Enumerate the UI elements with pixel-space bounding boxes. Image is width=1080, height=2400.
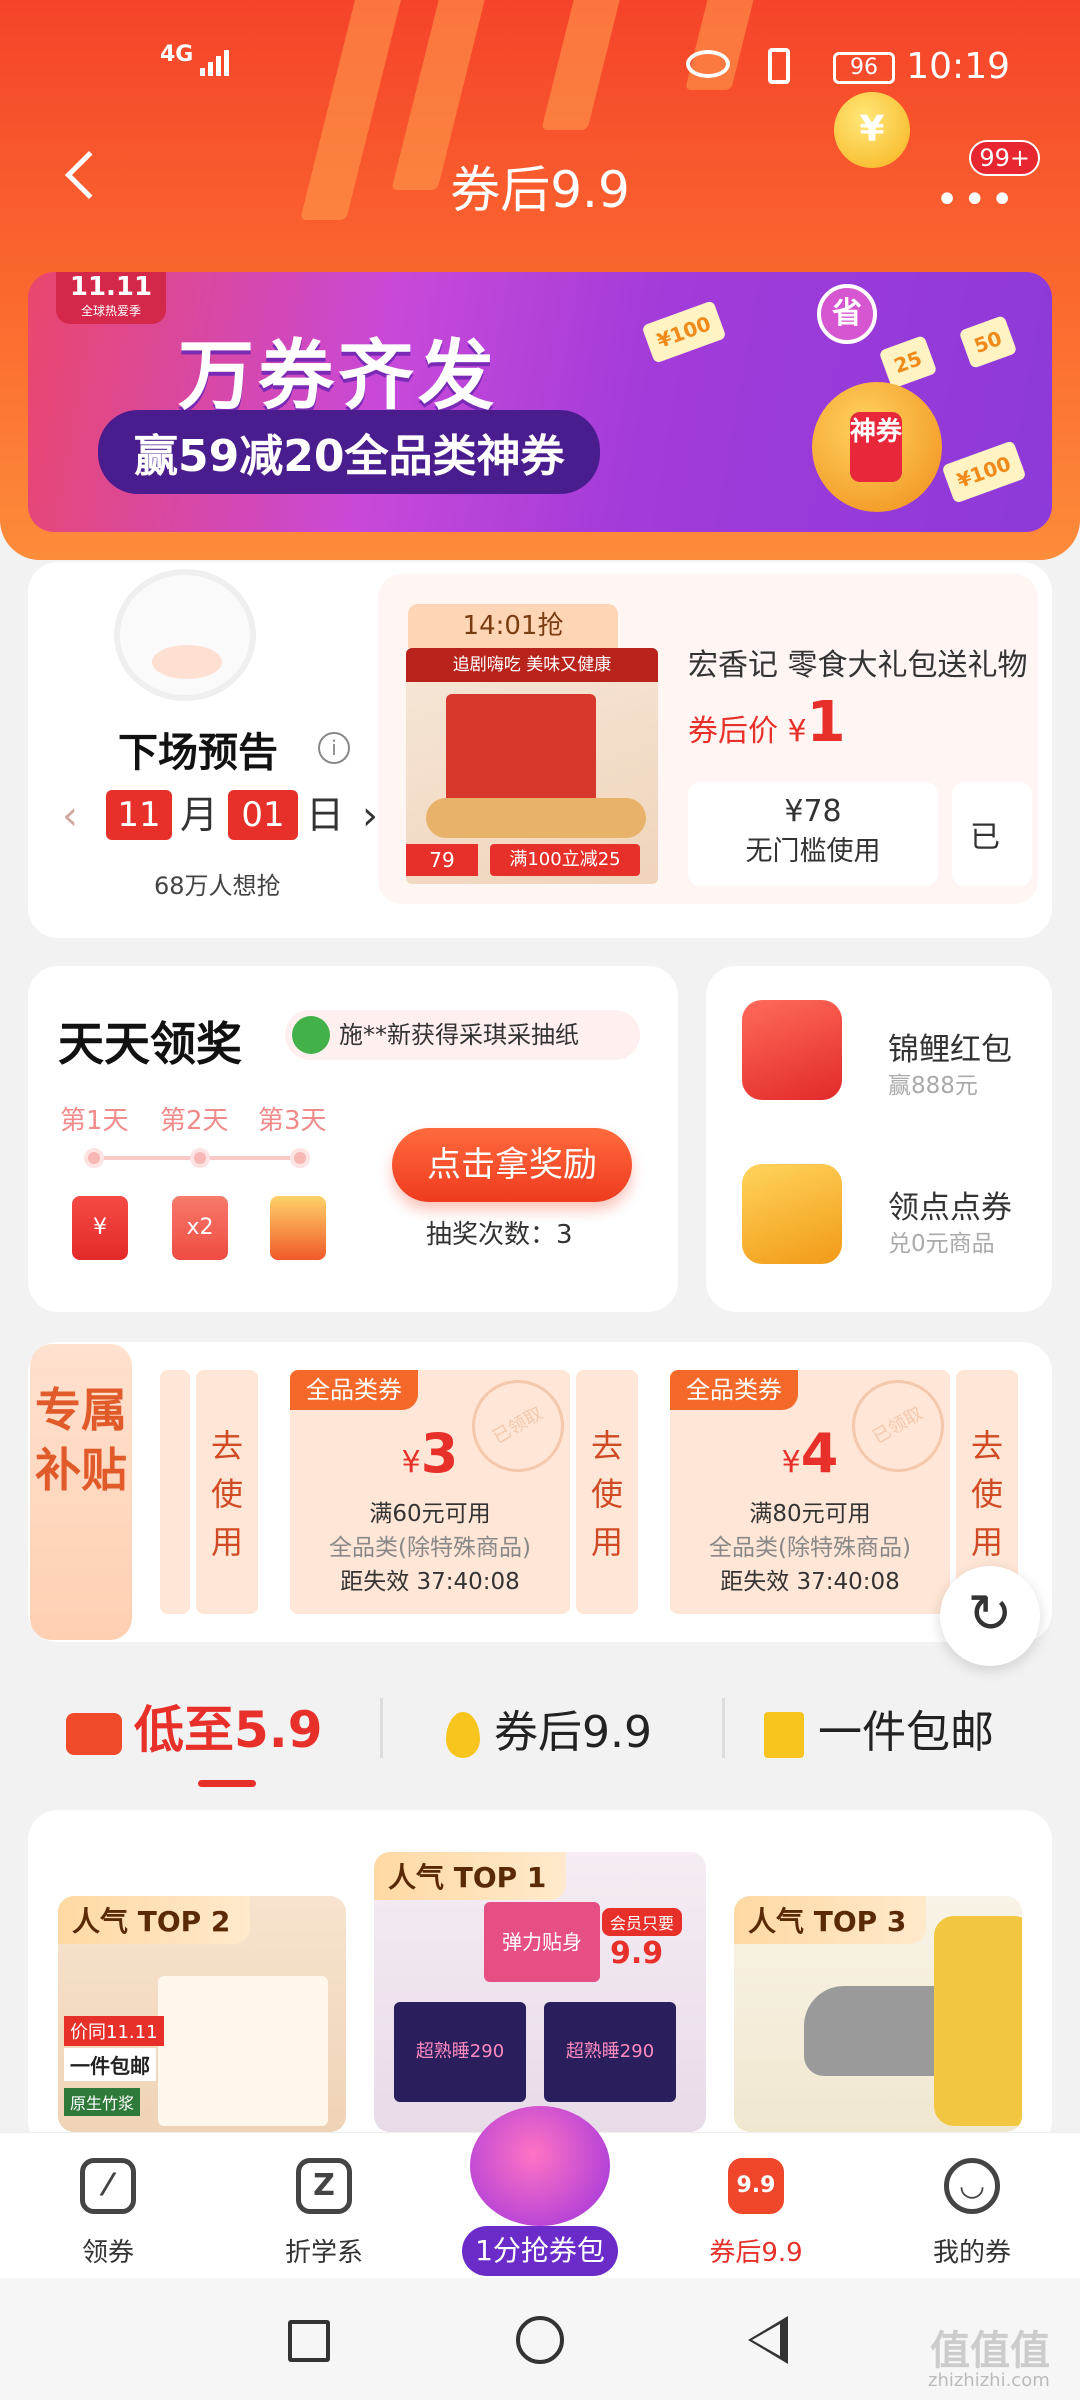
- coupon-card[interactable]: 全品类券 ¥3 满60元可用 全品类(除特殊商品) 距失效 37:40:08 已…: [290, 1370, 570, 1614]
- coupon-ticket-icon[interactable]: [742, 1164, 842, 1264]
- back-nav-inner: [752, 2324, 780, 2356]
- truck-icon: [66, 1712, 122, 1755]
- home-button[interactable]: [516, 2316, 564, 2364]
- month-unit: 月: [180, 793, 219, 837]
- side-item-sub: 兑0元商品: [888, 1231, 995, 1257]
- want-count: 68万人想抢: [154, 872, 281, 900]
- page-title: 券后9.9: [450, 161, 630, 219]
- image-promo: 满100立减25: [490, 844, 640, 876]
- progress-dot: [290, 1148, 310, 1168]
- ticket-decoration: ¥100: [641, 300, 727, 364]
- day-label: 第1天: [60, 1106, 129, 1136]
- recents-button[interactable]: [288, 2320, 330, 2362]
- ticket-decoration: 25: [878, 335, 938, 389]
- product-image[interactable]: 追剧嗨吃 美味又健康 满100立减25 79: [406, 648, 658, 884]
- more-menu-button[interactable]: •••: [935, 180, 1018, 220]
- nav-after-coupon[interactable]: 9.9 券后9.9: [686, 2146, 826, 2269]
- flame-icon: [446, 1712, 480, 1758]
- image-tagline: 追剧嗨吃 美味又健康: [406, 648, 658, 682]
- side-item-sub: 赢888元: [888, 1073, 978, 1099]
- coupon-nav-icon: ⁄: [80, 2158, 136, 2214]
- next-date-arrow-icon[interactable]: ›: [362, 793, 378, 839]
- nav-my-coupons[interactable]: ◡ 我的券: [902, 2146, 1042, 2269]
- capsule-label: 神券: [850, 412, 902, 482]
- gift-box-icon: [270, 1196, 326, 1260]
- coupon-partial: [160, 1370, 190, 1614]
- nav-coupon-pack[interactable]: 1分抢券包: [462, 2226, 618, 2276]
- info-icon[interactable]: i: [318, 732, 350, 764]
- double-reward-icon: x2: [172, 1196, 228, 1260]
- day-unit: 日: [306, 793, 345, 837]
- tab-free-shipping[interactable]: 一件包邮: [764, 1696, 994, 1760]
- exclusive-tab-label: 专属补贴: [30, 1344, 132, 1640]
- daily-reward-title: 天天领奖: [58, 1017, 242, 1071]
- red-packet-icon: ¥: [72, 1196, 128, 1260]
- progress-dot: [190, 1148, 210, 1168]
- z-nav-icon: Z: [296, 2158, 352, 2214]
- product-tile[interactable]: 人气 TOP 2 价同11.11 一件包邮 原生竹浆: [58, 1896, 346, 2132]
- watermark-logo: 值值值: [930, 2328, 1050, 2374]
- banner-subline: 赢59减20全品类神券: [98, 410, 601, 494]
- image-price: 79: [406, 844, 478, 876]
- prev-date-arrow-icon[interactable]: ‹: [62, 793, 78, 839]
- battery-indicator: 96: [833, 52, 895, 84]
- month-box: 11: [106, 790, 172, 840]
- nav-get-coupons[interactable]: ⁄ 领券: [38, 2146, 178, 2269]
- coupon-pack-icon[interactable]: [470, 2106, 610, 2226]
- side-item-title[interactable]: 领点点券: [888, 1182, 1012, 1227]
- progress-dot: [84, 1148, 104, 1168]
- ticket-decoration: ¥100: [941, 440, 1027, 504]
- day-label: 第3天: [258, 1106, 327, 1136]
- grab-time-tag: 14:01抢: [408, 604, 618, 648]
- eye-icon: [686, 50, 730, 78]
- side-item-title[interactable]: 锦鲤红包: [888, 1024, 1012, 1069]
- network-status: 4G: [160, 44, 229, 76]
- claw-icon: 省: [817, 284, 877, 344]
- nav-discount-school[interactable]: Z 折学系: [254, 2146, 394, 2269]
- watermark-url: zhizhizhi.com: [928, 2370, 1050, 2391]
- claim-reward-button[interactable]: 点击拿奖励: [392, 1128, 632, 1202]
- day-box: 01: [228, 790, 298, 840]
- winner-ticker: 施**新获得采琪采抽纸: [285, 1010, 640, 1060]
- avatar: [292, 1016, 330, 1054]
- status-time: 10:19: [906, 46, 1010, 87]
- nine-nine-nav-icon: 9.9: [728, 2158, 784, 2214]
- use-coupon-button[interactable]: 去使用: [196, 1370, 258, 1614]
- tab-after-coupon[interactable]: 券后9.9: [446, 1696, 652, 1760]
- draw-count: 抽奖次数：3: [426, 1220, 573, 1250]
- refresh-icon[interactable]: ↻: [940, 1566, 1040, 1666]
- use-coupon-button[interactable]: 去使用: [576, 1370, 638, 1614]
- smile-nav-icon: ◡: [944, 2158, 1000, 2214]
- koi-redpacket-icon[interactable]: [742, 1000, 842, 1100]
- product-coupon-partial[interactable]: 已: [952, 782, 1032, 886]
- notification-badge: 99+: [969, 140, 1040, 176]
- tab-divider: [380, 1698, 383, 1758]
- product-tile[interactable]: 人气 TOP 3: [734, 1896, 1022, 2132]
- coupon-card[interactable]: 全品类券 ¥4 满80元可用 全品类(除特殊商品) 距失效 37:40:08 已…: [670, 1370, 950, 1614]
- bookmark-icon: [764, 1712, 804, 1758]
- banner-headline: 万券齐发: [178, 331, 498, 420]
- product-name: 宏香记 零食大礼包送礼物: [688, 648, 1028, 683]
- promo-banner[interactable]: 11.11 全球热爱季 万券齐发 赢59减20全品类神券 ¥100 50 ¥10…: [28, 272, 1052, 532]
- product-coupon[interactable]: ¥78 无门槛使用: [688, 782, 938, 886]
- product-price: 券后价 ¥1: [688, 690, 846, 755]
- next-round-label: 下场预告: [118, 730, 278, 776]
- day-label: 第2天: [160, 1106, 229, 1136]
- active-tab-indicator: [198, 1780, 256, 1787]
- product-tile[interactable]: 人气 TOP 1 弹力贴身 超熟睡290 超熟睡290 会员只要 9.9: [374, 1852, 706, 2132]
- tab-low-price[interactable]: 低至5.9: [66, 1690, 323, 1762]
- event-tag: 11.11 全球热爱季: [56, 272, 166, 324]
- vibrate-icon: [768, 48, 790, 84]
- tab-divider: [722, 1698, 725, 1758]
- sheep-mascot-icon: [90, 555, 290, 715]
- ticket-decoration: 50: [958, 315, 1018, 369]
